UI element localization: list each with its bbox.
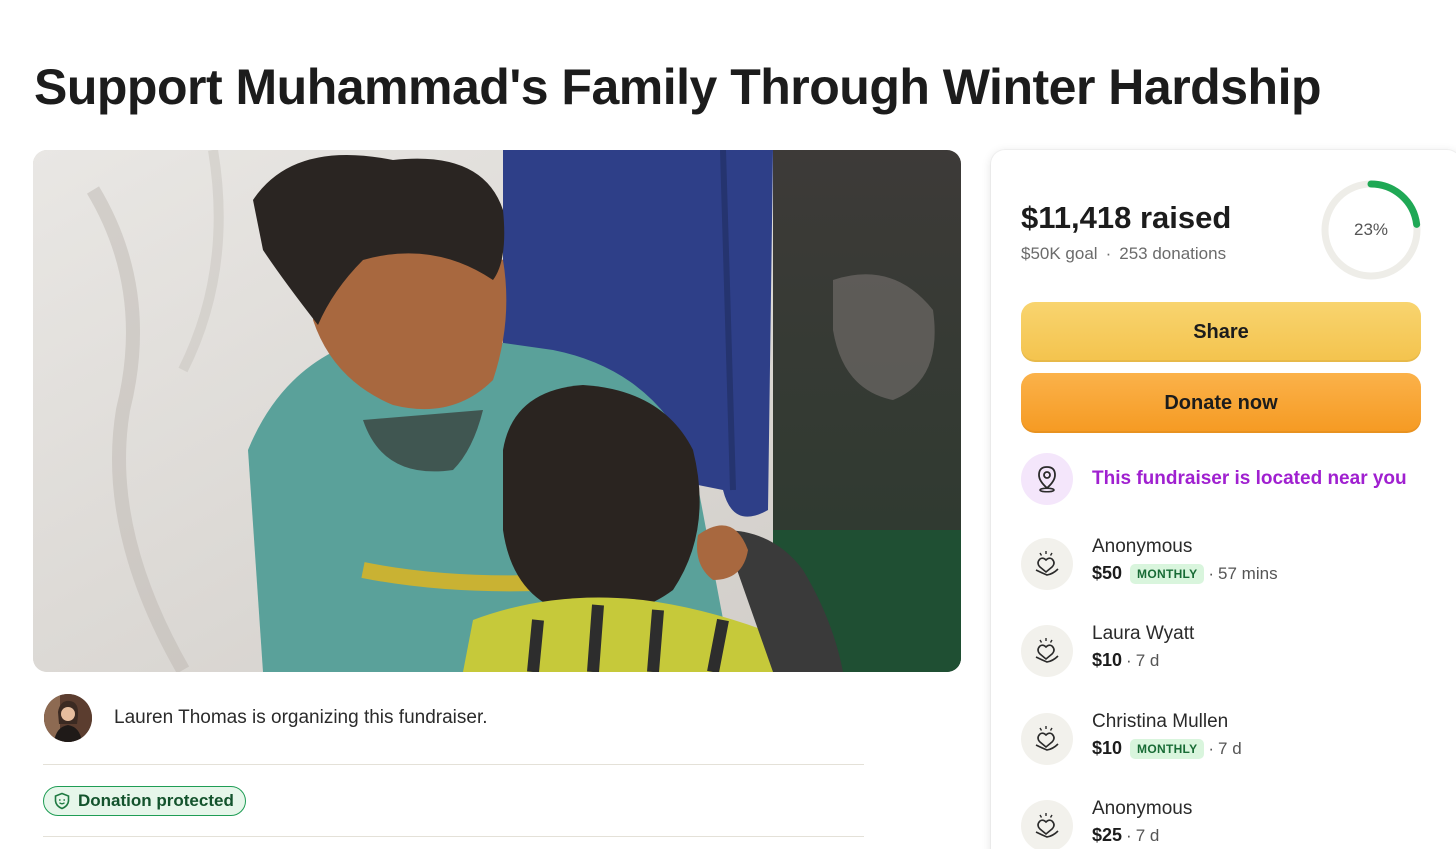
donor-name: Laura Wyatt (1092, 623, 1195, 644)
location-text: This fundraiser is located near you (1092, 468, 1407, 489)
monthly-badge: MONTHLY (1130, 738, 1205, 759)
donation-time: 7 d (1135, 650, 1160, 670)
badge-label: Donation protected (78, 791, 234, 810)
organizer-photo (44, 694, 92, 742)
monthly-badge: MONTHLY (1130, 563, 1205, 584)
location-notice: This fundraiser is located near you (1021, 453, 1407, 505)
separator: · (1208, 563, 1215, 583)
donation-meta: $10 · 7 d (1092, 650, 1194, 671)
heart-hand-icon (1021, 800, 1073, 849)
divider (43, 764, 864, 765)
donation-meta: $25 · 7 d (1092, 825, 1192, 846)
separator: · (1126, 650, 1132, 670)
shield-icon (54, 792, 70, 810)
donation-amount: $50 (1092, 563, 1123, 583)
donor-name: Anonymous (1092, 536, 1193, 557)
donations-count: 253 donations (1119, 244, 1227, 263)
donation-item: Laura Wyatt $10 · 7 d (1021, 622, 1194, 677)
donation-time: 7 d (1218, 738, 1242, 758)
avatar[interactable] (44, 694, 92, 742)
fundraiser-photo[interactable] (33, 150, 961, 672)
separator: · (1105, 244, 1112, 263)
heart-hand-icon (1021, 625, 1073, 677)
share-button[interactable]: Share (1021, 302, 1421, 362)
divider (43, 836, 864, 837)
photo-illustration (33, 150, 961, 672)
progress-ring: 23% (1319, 178, 1423, 282)
donation-item: Anonymous $50 MONTHLY · 57 mins (1021, 535, 1278, 590)
heart-hand-icon (1021, 538, 1073, 590)
progress-percent: 23% (1353, 220, 1389, 239)
donation-meta: $50 MONTHLY · 57 mins (1092, 563, 1278, 584)
donation-card: $11,418 raised $50K goal · 253 donations 2… (991, 150, 1456, 849)
location-pin-icon (1021, 453, 1073, 505)
goal-summary: $50K goal · 253 donations (1021, 244, 1226, 264)
page-title: Support Muhammad's Family Through Winter… (34, 59, 1322, 115)
donor-name: Christina Mullen (1092, 711, 1229, 732)
donation-protected-badge[interactable]: Donation protected (43, 786, 246, 816)
donation-item: Anonymous $25 · 7 d (1021, 797, 1192, 849)
separator: · (1208, 738, 1215, 758)
goal-amount: $50K goal (1021, 244, 1098, 263)
raised-amount: $11,418 raised (1021, 200, 1232, 235)
organizer-text: Lauren Thomas is organizing this fundrai… (114, 707, 488, 728)
heart-hand-icon (1021, 713, 1073, 765)
donate-now-button[interactable]: Donate now (1021, 373, 1421, 433)
separator: · (1126, 825, 1132, 845)
organizer-row: Lauren Thomas is organizing this fundrai… (44, 694, 488, 742)
donation-amount: $25 (1092, 825, 1123, 845)
donation-item: Christina Mullen $10 MONTHLY · 7 d (1021, 710, 1242, 765)
donation-meta: $10 MONTHLY · 7 d (1092, 738, 1242, 759)
donation-amount: $10 (1092, 738, 1123, 758)
donation-time: 57 mins (1218, 563, 1278, 583)
donation-time: 7 d (1135, 825, 1160, 845)
donor-name: Anonymous (1092, 798, 1193, 819)
donation-amount: $10 (1092, 650, 1123, 670)
